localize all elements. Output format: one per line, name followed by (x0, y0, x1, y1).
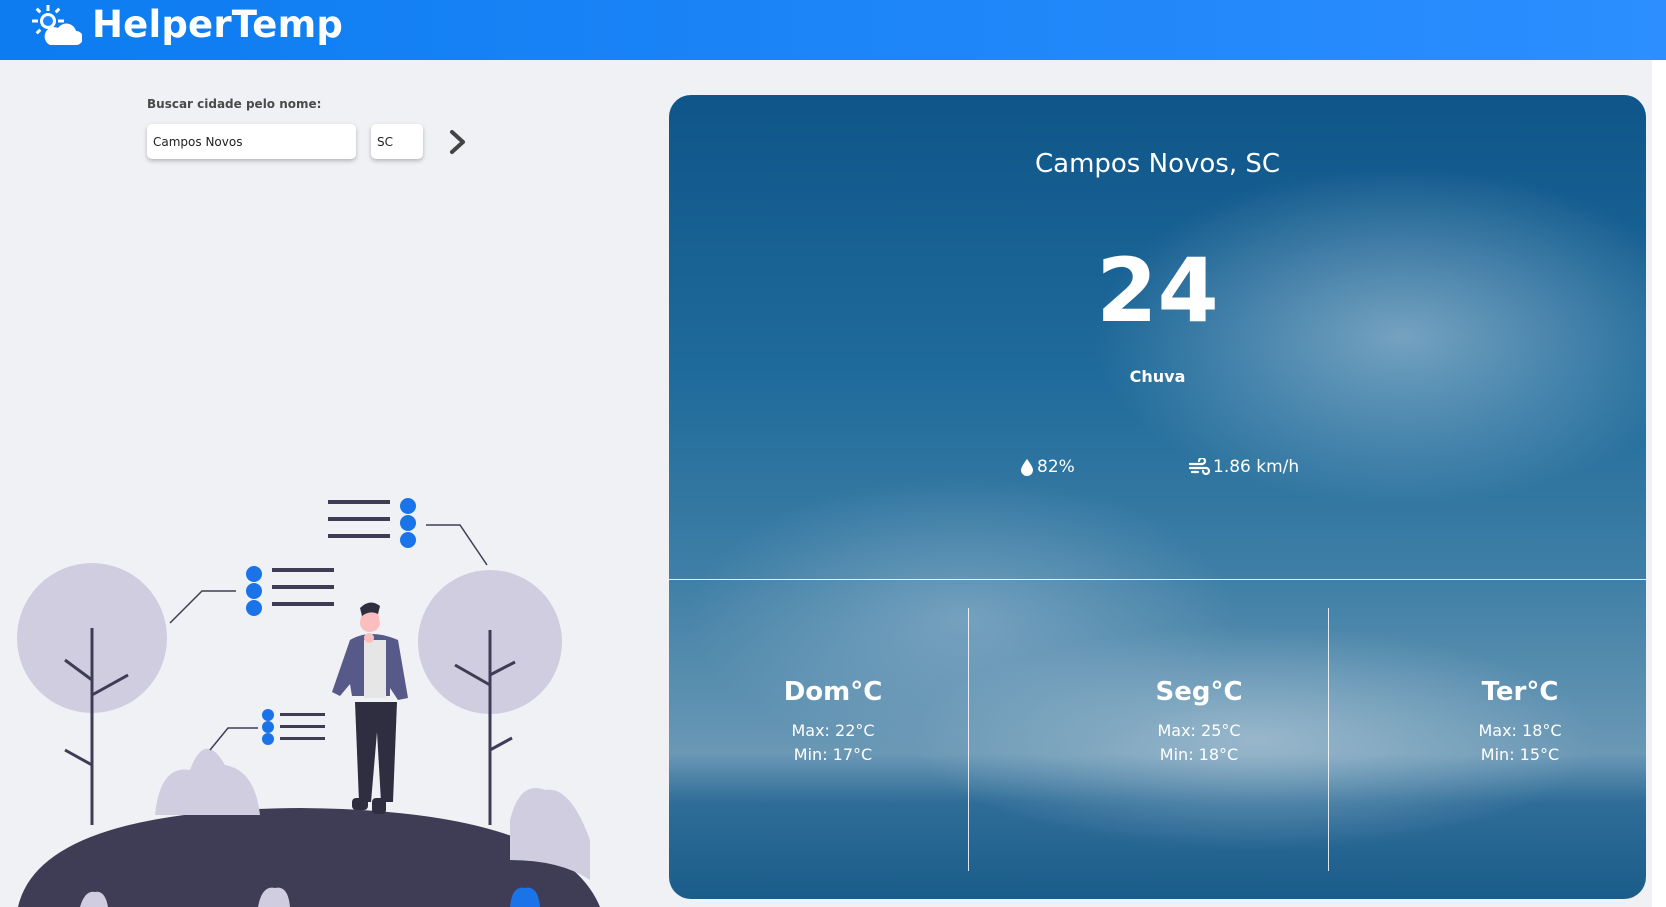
forecast-day-name: Dom°C (783, 677, 883, 707)
forecast-day: Dom°C Max: 22°C Min: 17°C (713, 677, 953, 767)
card-divider (669, 579, 1646, 580)
person-illustration (17, 498, 600, 907)
humidity-value: 82% (1037, 457, 1075, 477)
weather-card: Campos Novos, SC 24 Chuva 82% 1.86 km/h … (669, 95, 1646, 899)
search-submit-button[interactable] (446, 128, 470, 156)
current-temperature: 24 (1096, 239, 1219, 342)
wind-stat: 1.86 km/h (1188, 457, 1299, 477)
forecast-min: Min: 17°C (793, 745, 873, 764)
forecast-day-name: Seg°C (1155, 677, 1243, 707)
state-input[interactable] (371, 124, 423, 159)
droplet-icon (1021, 459, 1033, 476)
page-edge (1652, 60, 1666, 907)
weather-condition: Chuva (1129, 367, 1186, 386)
humidity-stat: 82% (1020, 457, 1075, 477)
forecast-separator (1328, 608, 1329, 871)
forecast-min: Min: 18°C (1159, 745, 1239, 764)
app-title[interactable]: HelperTemp (92, 3, 343, 46)
forecast-day: Ter°C Max: 18°C Min: 15°C (1400, 677, 1640, 767)
forecast-separator (968, 608, 969, 871)
forecast-min: Min: 15°C (1480, 745, 1560, 764)
forecast-max: Max: 25°C (1157, 721, 1241, 740)
forecast-day-name: Ter°C (1481, 677, 1559, 707)
forecast-max: Max: 22°C (791, 721, 875, 740)
wind-icon (1188, 458, 1210, 476)
forecast-max: Max: 18°C (1478, 721, 1562, 740)
wind-value: 1.86 km/h (1213, 457, 1300, 477)
search-label: Buscar cidade pelo nome: (147, 97, 322, 111)
city-search-input[interactable] (147, 124, 356, 159)
sun-cloud-icon (32, 5, 82, 45)
forecast-day: Seg°C Max: 25°C Min: 18°C (1079, 677, 1319, 767)
app-header: HelperTemp (0, 0, 1666, 60)
current-location: Campos Novos, SC (1034, 149, 1281, 179)
